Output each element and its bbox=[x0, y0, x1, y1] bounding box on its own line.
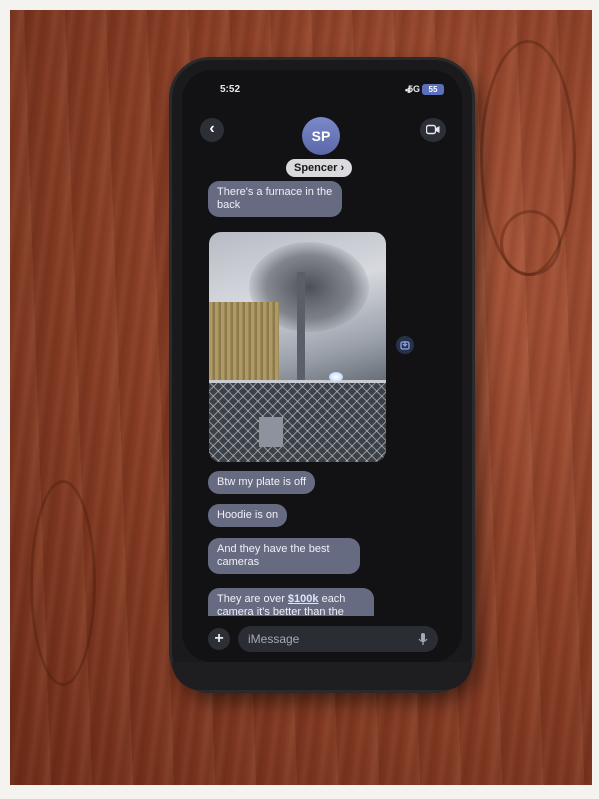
status-time: 5:52 bbox=[220, 84, 241, 95]
message-link[interactable]: $100k bbox=[288, 593, 319, 605]
back-button[interactable]: ‹ bbox=[200, 118, 224, 142]
video-camera-icon bbox=[426, 124, 440, 135]
wood-knot bbox=[30, 480, 96, 686]
phone-screen: 5:52 •ıl 5G 55 ‹ SP Spencer › There's a … bbox=[182, 70, 462, 662]
smartphone: 5:52 •ıl 5G 55 ‹ SP Spencer › There's a … bbox=[172, 60, 472, 690]
message-bubble[interactable]: Btw my plate is off bbox=[208, 471, 316, 494]
contact-name[interactable]: Spencer › bbox=[286, 159, 353, 177]
save-photo-button[interactable] bbox=[396, 336, 414, 354]
contact-name-label: Spencer bbox=[294, 162, 338, 174]
photo-utility-box bbox=[259, 417, 283, 447]
message-photo[interactable] bbox=[209, 232, 386, 462]
photo-fence-rail bbox=[209, 380, 386, 383]
message-bubble[interactable]: Hoodie is on bbox=[208, 504, 288, 527]
plus-icon: + bbox=[214, 630, 224, 647]
photo-fence bbox=[209, 382, 386, 462]
phone-bottom-bezel bbox=[172, 662, 472, 690]
message-text: They are over bbox=[217, 593, 288, 605]
message-input[interactable]: iMessage bbox=[238, 626, 438, 652]
message-bubble[interactable]: And they have the best cameras bbox=[208, 538, 360, 574]
plus-button[interactable]: + bbox=[208, 628, 230, 650]
network-label: 5G bbox=[407, 84, 420, 94]
message-bubble[interactable]: There's a furnace in the back bbox=[208, 181, 342, 217]
download-icon bbox=[400, 341, 410, 350]
wood-knot bbox=[500, 210, 561, 276]
video-call-button[interactable] bbox=[420, 118, 446, 142]
battery-icon: 55 bbox=[422, 84, 444, 95]
message-input-bar: + iMessage bbox=[182, 616, 462, 662]
photo-light bbox=[329, 372, 343, 382]
chevron-left-icon: ‹ bbox=[209, 120, 215, 137]
message-input-placeholder: iMessage bbox=[248, 632, 300, 646]
avatar[interactable]: SP bbox=[302, 117, 340, 155]
microphone-icon[interactable] bbox=[418, 632, 428, 646]
status-bar: 5:52 •ıl 5G 55 bbox=[182, 84, 462, 100]
